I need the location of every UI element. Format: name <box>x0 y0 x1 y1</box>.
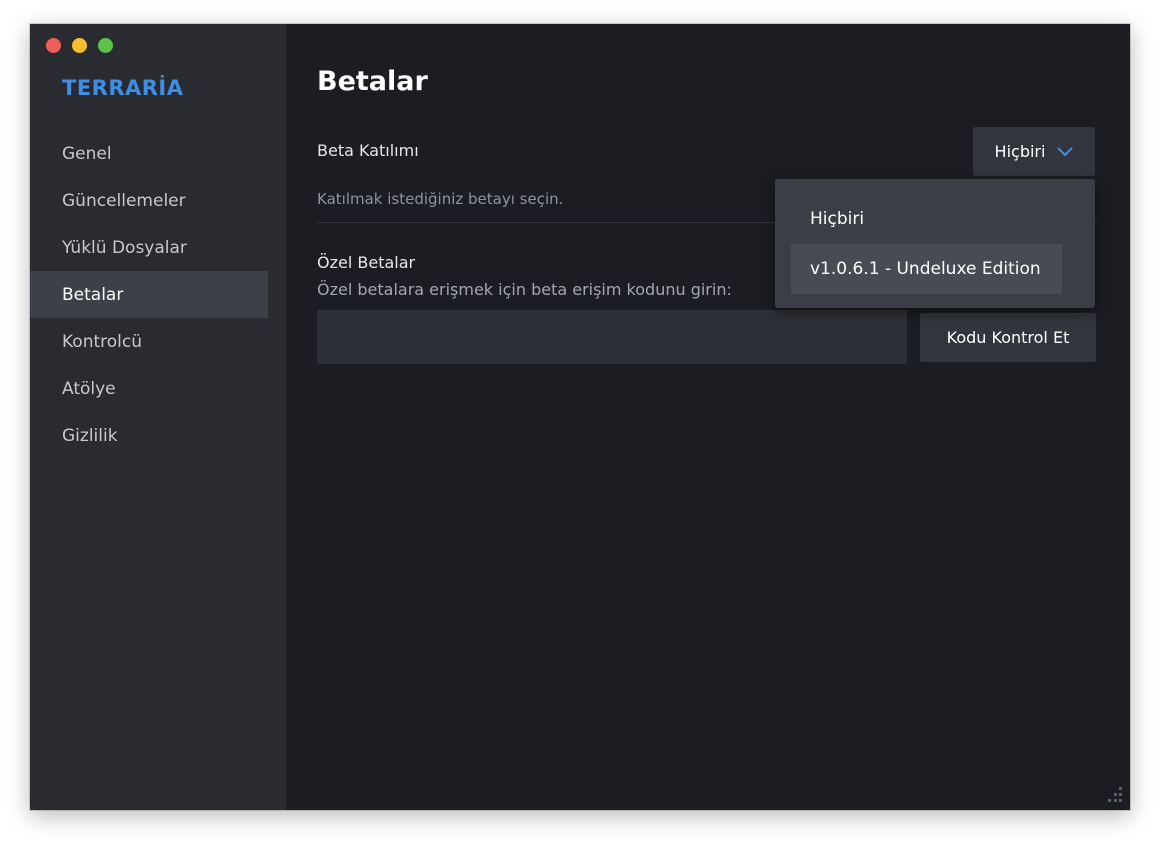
sidebar-item-kontrolcu[interactable]: Kontrolcü <box>30 318 268 365</box>
window-controls <box>46 38 113 53</box>
sidebar: TERRARİA Genel Güncellemeler Yüklü Dosya… <box>30 24 286 810</box>
beta-select-dropdown[interactable]: Hiçbiri <box>973 127 1095 176</box>
check-code-button[interactable]: Kodu Kontrol Et <box>920 313 1096 362</box>
resize-grip-icon[interactable] <box>1106 786 1124 804</box>
beta-option-undeluxe[interactable]: v1.0.6.1 - Undeluxe Edition <box>791 244 1062 294</box>
private-betas-description: Özel betalara erişmek için beta erişim k… <box>317 280 732 299</box>
maximize-window-button[interactable] <box>98 38 113 53</box>
close-window-button[interactable] <box>46 38 61 53</box>
sidebar-item-betalar[interactable]: Betalar <box>30 271 268 318</box>
sidebar-item-label: Güncellemeler <box>62 190 186 211</box>
beta-code-input[interactable] <box>317 310 907 364</box>
sidebar-item-yuklu-dosyalar[interactable]: Yüklü Dosyalar <box>30 224 268 271</box>
sidebar-item-label: Gizlilik <box>62 425 118 446</box>
sidebar-item-label: Yüklü Dosyalar <box>62 237 187 258</box>
sidebar-nav: Genel Güncellemeler Yüklü Dosyalar Betal… <box>30 130 268 459</box>
beta-options-menu: Hiçbiri v1.0.6.1 - Undeluxe Edition <box>775 179 1095 308</box>
sidebar-item-label: Kontrolcü <box>62 331 143 352</box>
sidebar-item-guncellemeler[interactable]: Güncellemeler <box>30 177 268 224</box>
minimize-window-button[interactable] <box>72 38 87 53</box>
chevron-down-icon <box>1057 147 1073 156</box>
sidebar-item-gizlilik[interactable]: Gizlilik <box>30 412 268 459</box>
app-title: TERRARİA <box>62 76 184 100</box>
beta-select-value: Hiçbiri <box>994 142 1046 161</box>
sidebar-item-genel[interactable]: Genel <box>30 130 268 177</box>
settings-window: TERRARİA Genel Güncellemeler Yüklü Dosya… <box>30 24 1130 810</box>
menu-item-label: Hiçbiri <box>810 209 865 229</box>
sidebar-item-label: Betalar <box>62 284 124 305</box>
beta-participation-label: Beta Katılımı <box>317 141 419 160</box>
page-title: Betalar <box>317 66 428 97</box>
main-panel: Betalar Beta Katılımı Katılmak istediğin… <box>286 24 1130 810</box>
beta-participation-description: Katılmak istediğiniz betayı seçin. <box>317 190 564 208</box>
sidebar-item-atolye[interactable]: Atölye <box>30 365 268 412</box>
sidebar-item-label: Atölye <box>62 378 116 399</box>
beta-option-none[interactable]: Hiçbiri <box>791 194 1062 244</box>
sidebar-item-label: Genel <box>62 143 112 164</box>
menu-item-label: v1.0.6.1 - Undeluxe Edition <box>810 259 1041 279</box>
private-betas-label: Özel Betalar <box>317 253 416 272</box>
